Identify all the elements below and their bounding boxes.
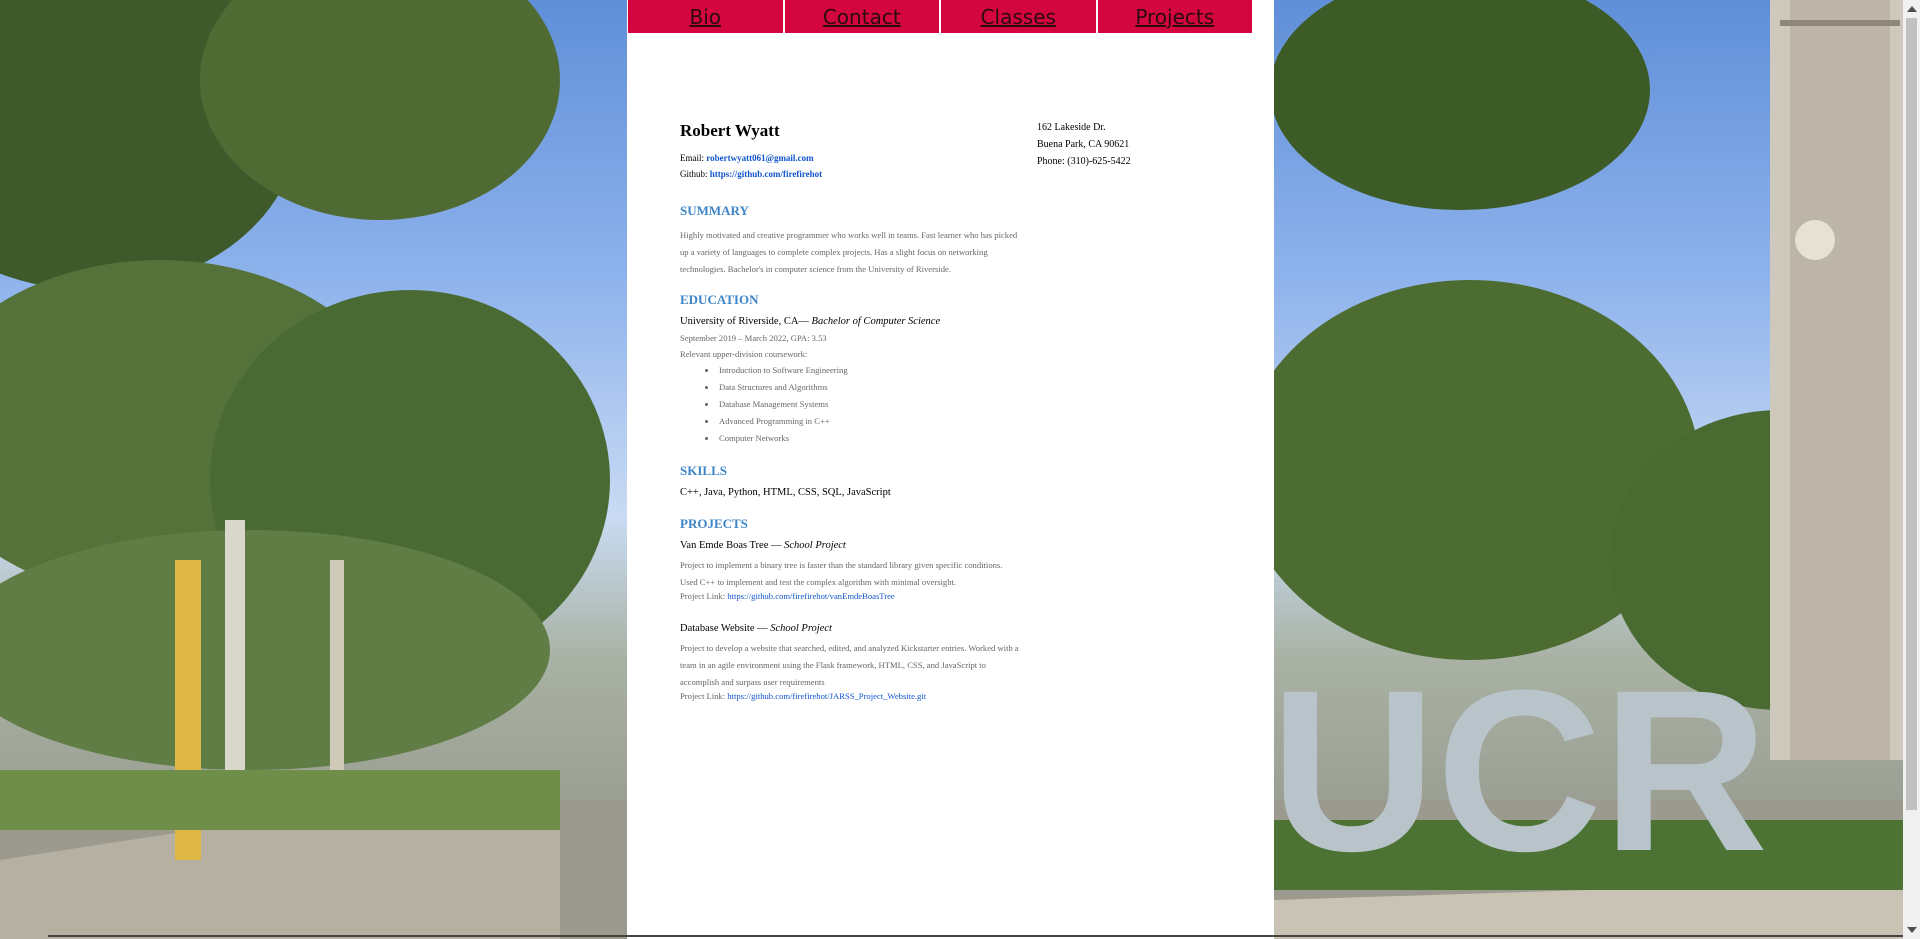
email-label: Email: xyxy=(680,153,704,163)
course-item: Database Management Systems xyxy=(717,399,1020,409)
skills-heading: SKILLS xyxy=(680,463,727,478)
address-phone: Phone: (310)-625-5422 xyxy=(1037,156,1131,167)
projects-heading: PROJECTS xyxy=(680,516,748,531)
coursework-label: Relevant upper-division coursework: xyxy=(680,349,808,359)
project-link-line: Project Link: https://github.com/firefir… xyxy=(680,591,1020,601)
education-school-line: University of Riverside, CA— Bachelor of… xyxy=(680,316,1020,327)
email-line: Email: robertwyatt061@gmail.com xyxy=(680,153,1020,163)
scroll-down-icon[interactable] xyxy=(1907,927,1917,933)
skills-text: C++, Java, Python, HTML, CSS, SQL, JavaS… xyxy=(680,487,891,498)
project-link[interactable]: https://github.com/firefirehot/vanEmdeBo… xyxy=(727,591,894,601)
address-street: 162 Lakeside Dr. xyxy=(1037,122,1106,133)
project-description: Project to implement a binary tree is fa… xyxy=(680,560,1003,587)
github-line: Github: https://github.com/firefirehot xyxy=(680,169,1020,179)
project-title: Van Emde Boas Tree — xyxy=(680,540,782,551)
vertical-scrollbar[interactable] xyxy=(1903,0,1920,939)
project-title-line: Van Emde Boas Tree — School Project xyxy=(680,540,1020,551)
resume-name: Robert Wyatt xyxy=(680,121,780,140)
education-heading: EDUCATION xyxy=(680,292,759,307)
scroll-thumb[interactable] xyxy=(1906,18,1917,810)
project-link-label: Project Link: xyxy=(680,591,726,601)
scroll-up-icon[interactable] xyxy=(1907,6,1917,12)
github-link[interactable]: https://github.com/firefirehot xyxy=(710,169,822,179)
course-item: Advanced Programming in C++ xyxy=(717,416,1020,426)
ucr-sign: UCR xyxy=(1270,642,1768,899)
top-nav: Bio Contact Classes Projects xyxy=(628,0,1252,34)
nav-bio-link[interactable]: Bio xyxy=(628,0,783,33)
project-link-label: Project Link: xyxy=(680,691,726,701)
project-type: School Project xyxy=(784,540,846,551)
address-city: Buena Park, CA 90621 xyxy=(1037,139,1130,150)
summary-heading: SUMMARY xyxy=(680,203,749,218)
project-link-line: Project Link: https://github.com/firefir… xyxy=(680,691,1020,701)
education-degree: Bachelor of Computer Science xyxy=(811,316,941,327)
resume-body: Robert Wyatt Email: robertwyatt061@gmail… xyxy=(680,118,1020,701)
nav-contact-link[interactable]: Contact xyxy=(784,0,939,33)
summary-text: Highly motivated and creative programmer… xyxy=(680,230,1018,274)
project-link[interactable]: https://github.com/firefirehot/JARSS_Pro… xyxy=(727,691,926,701)
github-label: Github: xyxy=(680,169,708,179)
email-link[interactable]: robertwyatt061@gmail.com xyxy=(706,153,813,163)
nav-projects-link[interactable]: Projects xyxy=(1097,0,1252,33)
education-dates: September 2019 – March 2022, GPA: 3.53 xyxy=(680,333,827,343)
project-description: Project to develop a website that search… xyxy=(680,643,1019,687)
course-item: Computer Networks xyxy=(717,433,1020,443)
nav-classes-link[interactable]: Classes xyxy=(941,0,1096,33)
education-school: University of Riverside, CA— xyxy=(680,316,809,327)
address-block: 162 Lakeside Dr. Buena Park, CA 90621 Ph… xyxy=(1037,122,1131,173)
course-list: Introduction to Software Engineering Dat… xyxy=(680,365,1020,443)
course-item: Introduction to Software Engineering xyxy=(717,365,1020,375)
project-title-line: Database Website — School Project xyxy=(680,623,1020,634)
bottom-divider xyxy=(48,935,1903,937)
course-item: Data Structures and Algorithms xyxy=(717,382,1020,392)
project-title: Database Website — xyxy=(680,623,768,634)
project-type: School Project xyxy=(770,623,832,634)
